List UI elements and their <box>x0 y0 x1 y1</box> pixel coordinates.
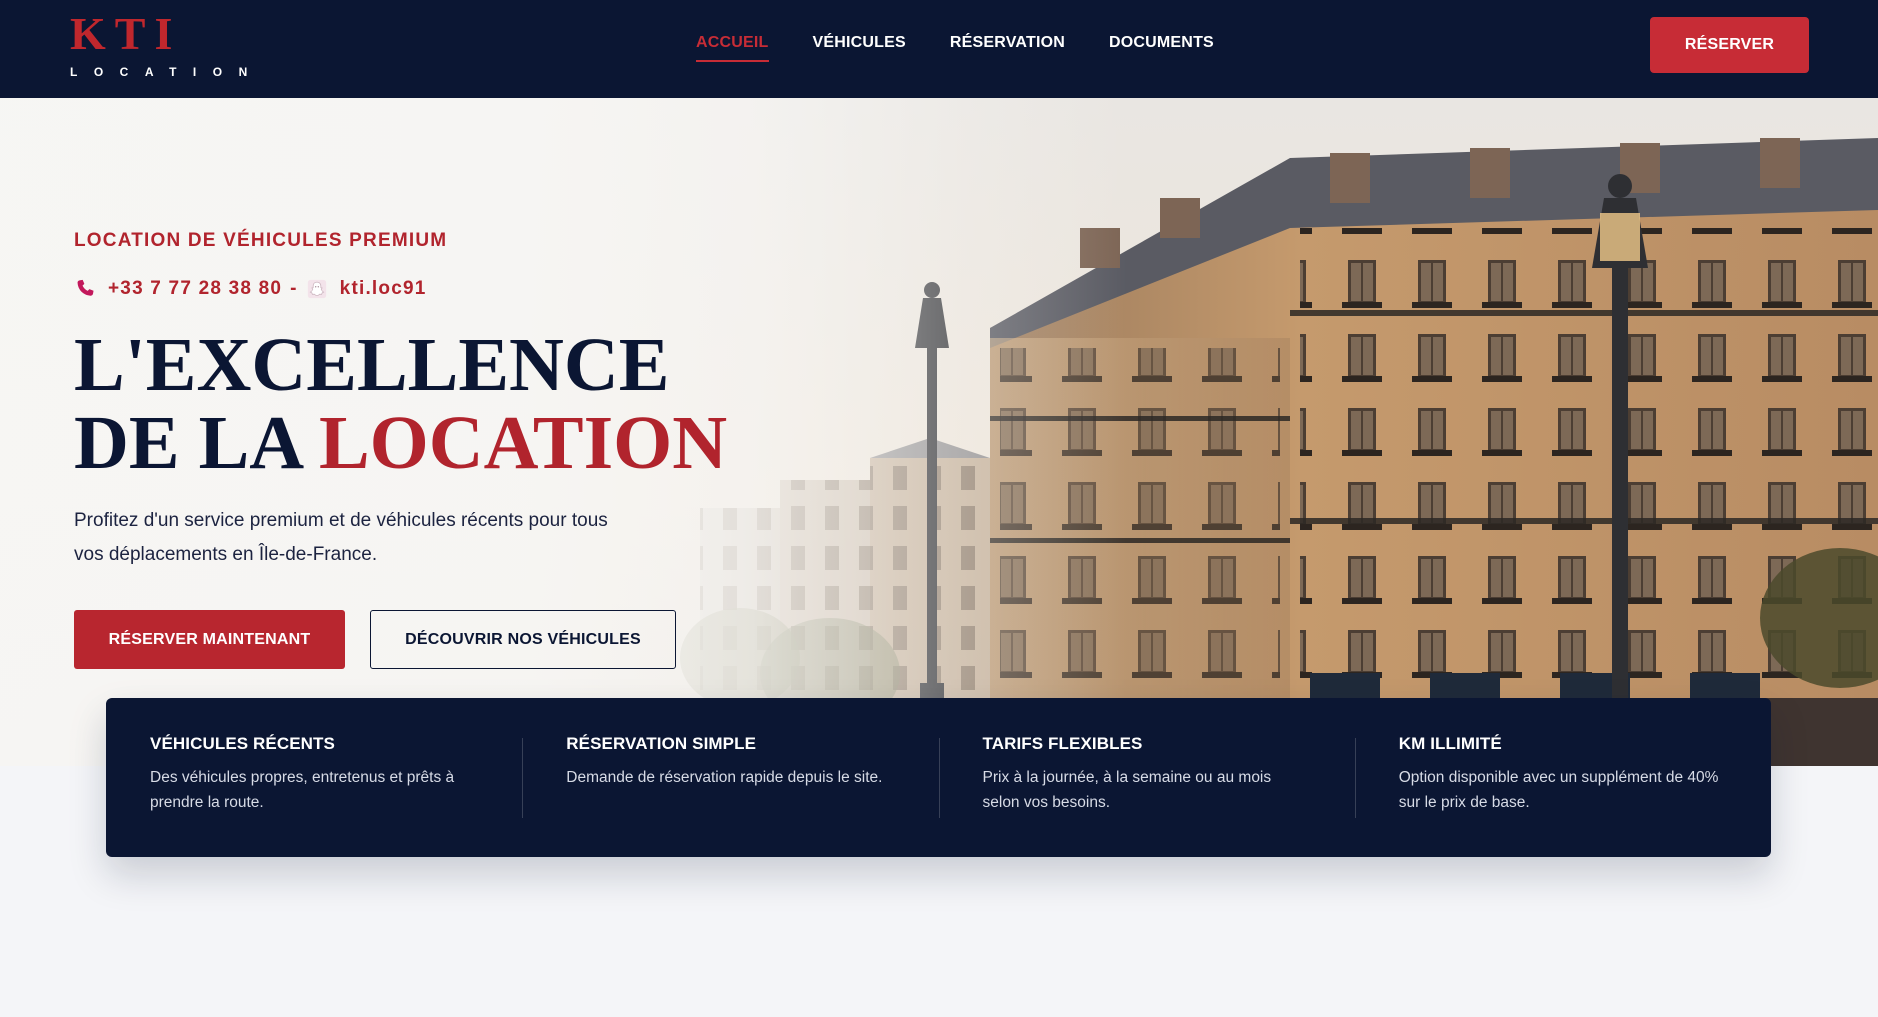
brand-name: KTI <box>70 8 182 59</box>
site-header: KTI LOCATION ACCUEIL VÉHICULES RÉSERVATI… <box>0 0 1878 98</box>
hero-section: LOCATION DE VÉHICULES PREMIUM +33 7 77 2… <box>0 98 1878 766</box>
feature-title: TARIFS FLEXIBLES <box>982 734 1143 753</box>
feature-title: VÉHICULES RÉCENTS <box>150 734 335 753</box>
hero-contact: +33 7 77 28 38 80 - kti.loc91 <box>74 278 427 300</box>
feature-title: KM ILLIMITÉ <box>1398 734 1502 753</box>
nav-item-accueil[interactable]: ACCUEIL <box>696 34 769 62</box>
reserve-now-button[interactable]: RÉSERVER MAINTENANT <box>74 610 345 669</box>
header-reserve-button[interactable]: RÉSERVER <box>1650 17 1809 73</box>
phone-icon <box>74 278 96 300</box>
snapchat-handle[interactable]: kti.loc91 <box>340 278 427 300</box>
feature-recent-vehicles: VÉHICULES RÉCENTS Des véhicules propres,… <box>106 734 522 857</box>
snapchat-icon <box>306 278 328 300</box>
feature-text: Demande de réservation rapide depuis le … <box>566 769 883 786</box>
feature-simple-booking: RÉSERVATION SIMPLE Demande de réservatio… <box>522 734 938 857</box>
features-strip: VÉHICULES RÉCENTS Des véhicules propres,… <box>106 698 1771 857</box>
headline-accent: LOCATION <box>318 401 728 485</box>
feature-text: Des véhicules propres, entretenus et prê… <box>150 769 455 811</box>
nav-item-vehicules[interactable]: VÉHICULES <box>813 34 906 62</box>
nav-item-documents[interactable]: DOCUMENTS <box>1109 34 1214 62</box>
hero-eyebrow: LOCATION DE VÉHICULES PREMIUM <box>74 230 448 251</box>
phone-number[interactable]: +33 7 77 28 38 80 <box>108 278 282 300</box>
feature-flexible-pricing: TARIFS FLEXIBLES Prix à la journée, à la… <box>938 734 1355 857</box>
feature-title: RÉSERVATION SIMPLE <box>566 734 757 753</box>
contact-separator: - <box>290 278 298 299</box>
feature-unlimited-km: KM ILLIMITÉ Option disponible avec un su… <box>1354 734 1771 857</box>
brand-tagline: LOCATION <box>70 65 264 79</box>
nav-item-reservation[interactable]: RÉSERVATION <box>950 34 1065 62</box>
feature-text: Option disponible avec un supplément de … <box>1398 769 1719 811</box>
headline-line-2-prefix: DE LA <box>74 401 300 485</box>
main-nav: ACCUEIL VÉHICULES RÉSERVATION DOCUMENTS <box>696 34 1214 62</box>
discover-vehicles-button[interactable]: DÉCOUVRIR NOS VÉHICULES <box>370 610 676 669</box>
headline-line-1: L'EXCELLENCE <box>74 323 670 407</box>
brand-logo[interactable]: KTI LOCATION <box>70 8 264 80</box>
hero-headline: L'EXCELLENCE DE LA LOCATION <box>74 326 727 482</box>
feature-text: Prix à la journée, à la semaine ou au mo… <box>982 769 1272 811</box>
hero-lead-text: Profitez d'un service premium et de véhi… <box>74 510 608 565</box>
